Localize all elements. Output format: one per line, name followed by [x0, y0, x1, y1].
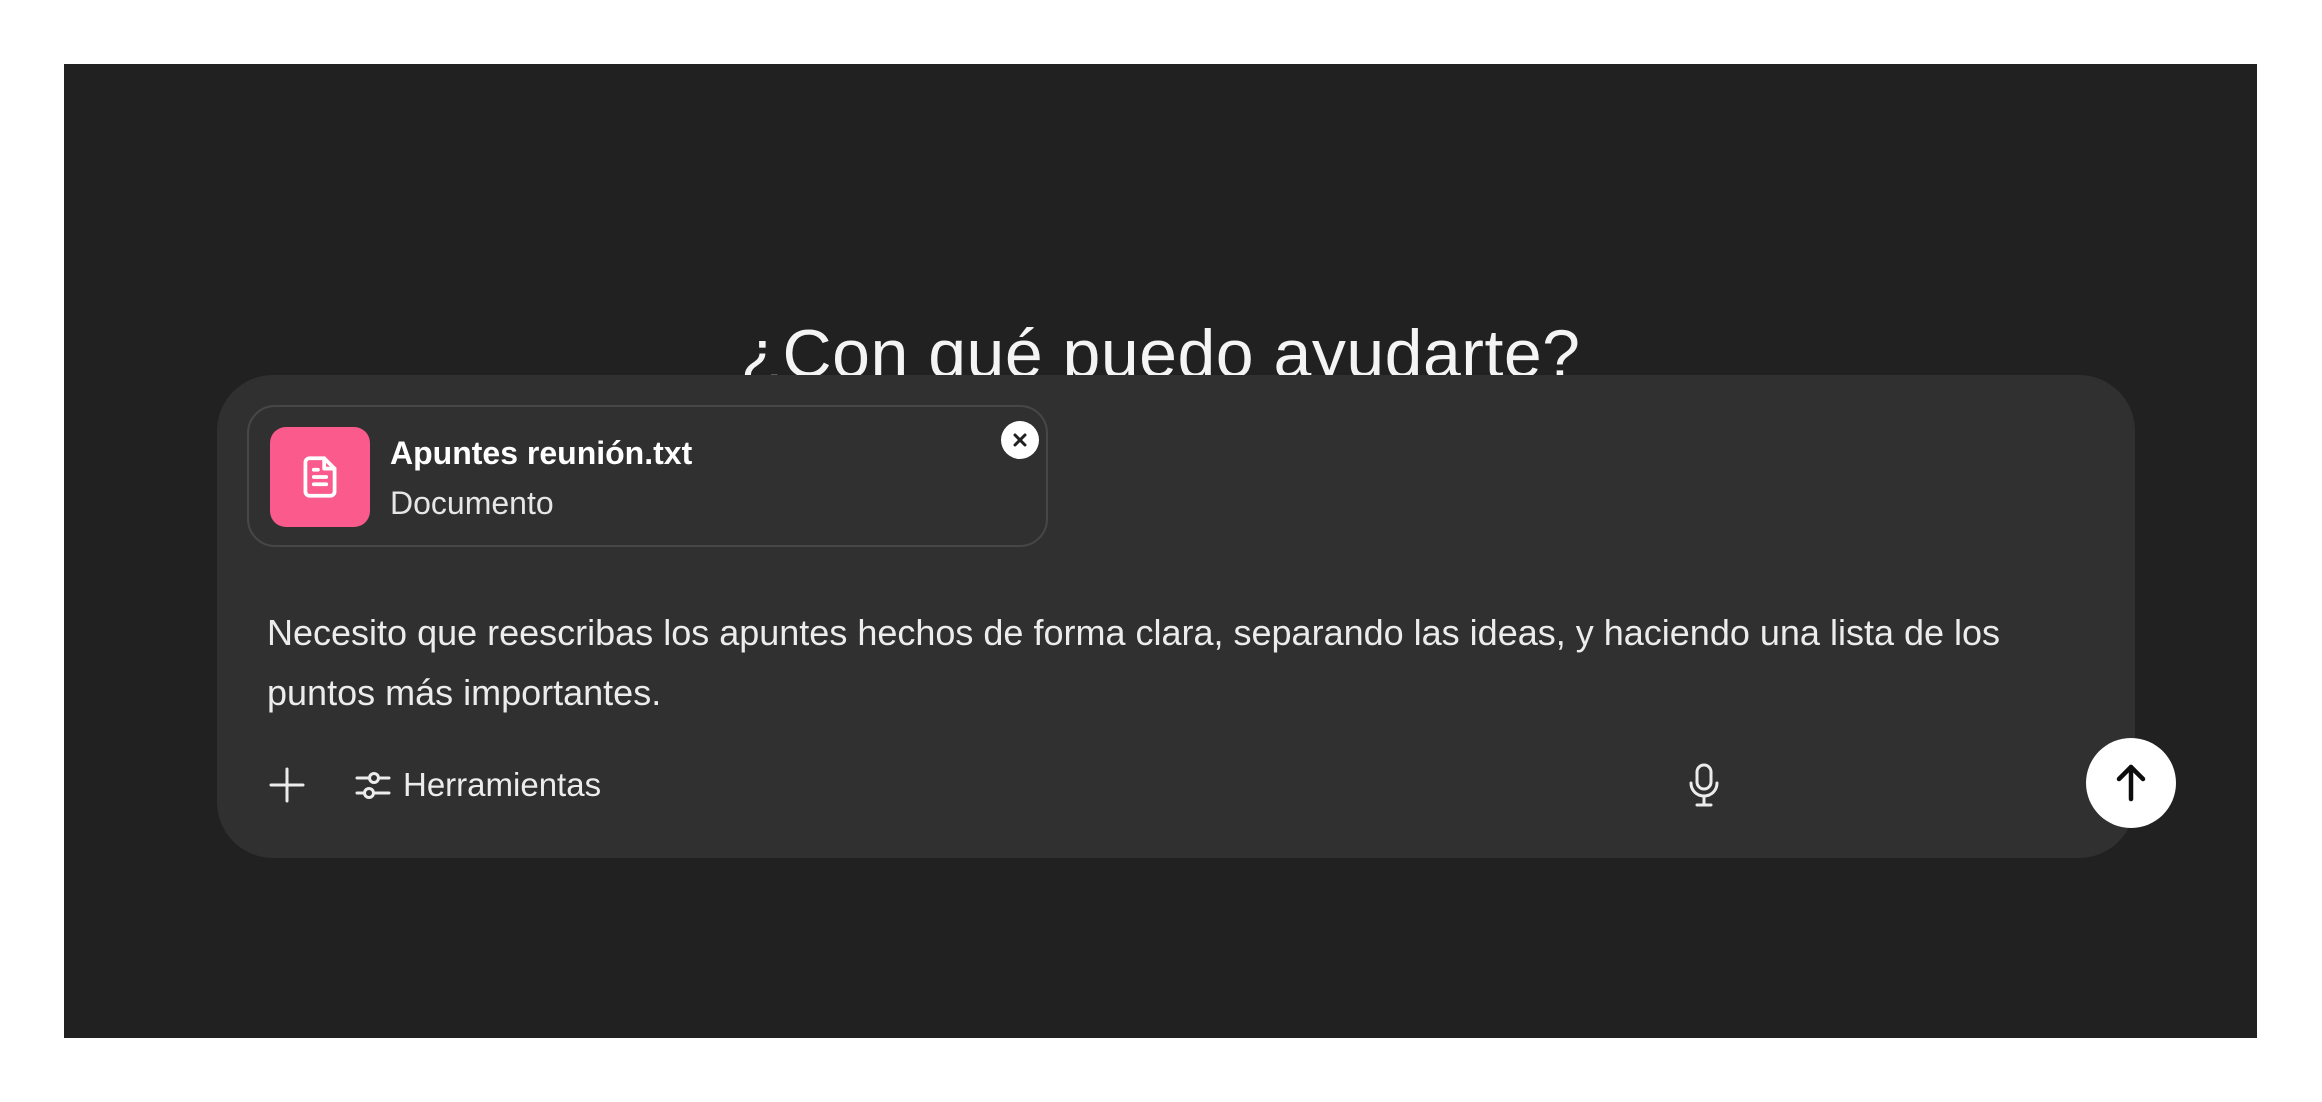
- chat-app: ¿Con qué puedo ayudarte? Apuntes reunión…: [64, 64, 2257, 1038]
- add-attachment-button[interactable]: [263, 761, 311, 809]
- sliders-icon: [355, 772, 391, 799]
- send-button[interactable]: [2086, 738, 2176, 828]
- microphone-icon: [1689, 763, 1719, 807]
- attachment-file-type: Documento: [390, 485, 554, 521]
- close-icon: [1013, 433, 1027, 447]
- plus-icon: [269, 767, 305, 803]
- prompt-input[interactable]: Necesito que reescribas los apuntes hech…: [267, 603, 2107, 723]
- attachment-file-name: Apuntes reunión.txt: [390, 435, 693, 471]
- document-icon: [270, 427, 370, 527]
- remove-attachment-button[interactable]: [1001, 421, 1039, 459]
- arrow-up-icon: [2116, 764, 2146, 802]
- prompt-composer: Apuntes reunión.txt Documento Necesito q…: [217, 375, 2176, 858]
- voice-input-button[interactable]: [1679, 756, 1729, 814]
- file-attachment-card[interactable]: Apuntes reunión.txt Documento: [247, 405, 1048, 547]
- tools-button[interactable]: Herramientas: [353, 761, 601, 809]
- composer-toolbar: Herramientas: [263, 755, 601, 815]
- tools-button-label: Herramientas: [403, 766, 602, 803]
